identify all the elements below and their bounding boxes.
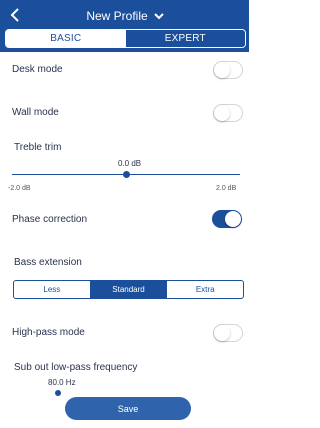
tab-basic-label: BASIC: [50, 33, 82, 44]
treble-trim-min-label: -2.0 dB: [8, 185, 31, 192]
chevron-left-icon: [10, 8, 19, 22]
desk-mode-label: Desk mode: [12, 64, 63, 75]
chevron-down-icon: [153, 12, 164, 19]
toggle-knob: [214, 325, 230, 341]
wall-mode-toggle[interactable]: [213, 104, 243, 122]
desk-mode-toggle[interactable]: [213, 61, 243, 79]
back-button[interactable]: [4, 3, 26, 27]
treble-trim-label: Treble trim: [14, 142, 62, 153]
treble-trim-max-label: 2.0 dB: [216, 185, 237, 192]
wall-mode-label: Wall mode: [12, 107, 59, 118]
bass-extension-label: Bass extension: [14, 257, 82, 268]
tab-bar: BASIC EXPERT: [5, 29, 246, 48]
save-button-label: Save: [117, 403, 139, 414]
high-pass-mode-toggle[interactable]: [213, 324, 243, 342]
tab-expert-label: EXPERT: [164, 33, 206, 44]
sub-out-value: 80.0 Hz: [48, 378, 76, 387]
tab-expert[interactable]: EXPERT: [125, 30, 245, 47]
page-title: New Profile: [86, 9, 148, 23]
bass-option-standard[interactable]: Standard: [90, 281, 168, 298]
profile-selector[interactable]: New Profile: [60, 8, 190, 24]
toggle-knob: [214, 62, 230, 78]
bass-extension-selector: Less Standard Extra: [13, 280, 244, 299]
phase-correction-toggle[interactable]: [212, 210, 242, 228]
bass-option-less-label: Less: [43, 285, 61, 294]
toggle-knob: [225, 211, 241, 227]
treble-trim-value: 0.0 dB: [118, 159, 142, 168]
bass-option-extra-label: Extra: [195, 285, 215, 294]
sub-out-label: Sub out low-pass frequency: [14, 362, 138, 373]
header-bar: New Profile BASIC EXPERT: [0, 0, 249, 52]
treble-trim-slider-thumb[interactable]: [122, 171, 130, 178]
toggle-knob: [214, 105, 230, 121]
save-button[interactable]: Save: [65, 397, 191, 420]
bass-option-extra[interactable]: Extra: [167, 281, 243, 298]
bass-option-less[interactable]: Less: [14, 281, 91, 298]
tab-basic[interactable]: BASIC: [6, 30, 126, 47]
sub-out-slider-thumb[interactable]: [55, 390, 61, 396]
phase-correction-label: Phase correction: [12, 214, 88, 225]
bass-option-standard-label: Standard: [112, 285, 145, 294]
high-pass-mode-label: High-pass mode: [12, 327, 85, 338]
